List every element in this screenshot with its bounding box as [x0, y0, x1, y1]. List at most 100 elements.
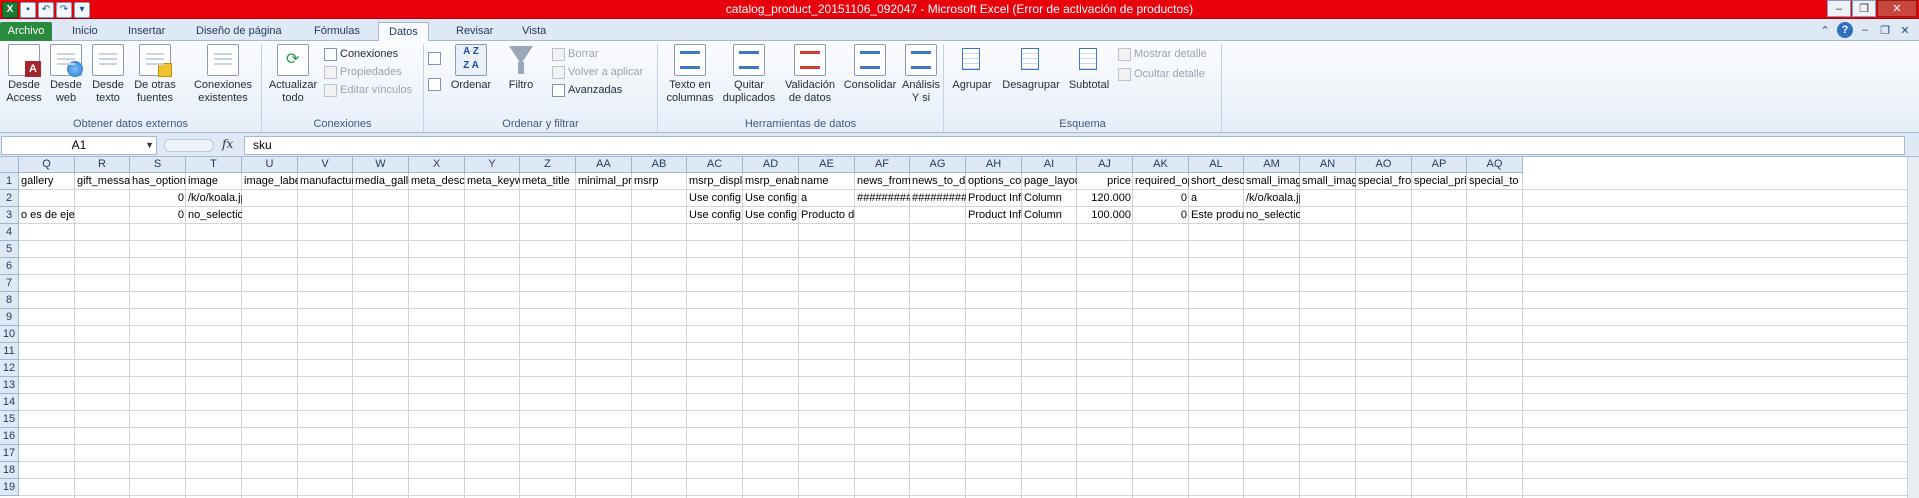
cell-x1[interactable]: meta_descri: [409, 173, 465, 189]
show-detail-button[interactable]: Mostrar detalle: [1118, 46, 1207, 63]
cell-af1[interactable]: news_from_: [855, 173, 910, 189]
cell-ac1[interactable]: msrp_displa: [687, 173, 743, 189]
restore-icon[interactable]: ❐: [1852, 0, 1876, 17]
cell-ai2[interactable]: Column: [1022, 190, 1077, 206]
cell-v1[interactable]: manufacture: [298, 173, 353, 189]
cell-ae2[interactable]: a: [799, 190, 855, 206]
column-header-u[interactable]: U: [242, 157, 298, 173]
cell-ad3[interactable]: Use config: [743, 207, 799, 223]
column-header-r[interactable]: R: [75, 157, 130, 173]
cell-ag2[interactable]: ##########: [910, 190, 966, 206]
row-header-4[interactable]: 4: [0, 224, 19, 241]
cell-am2[interactable]: /k/o/koala.jpg: [1244, 190, 1300, 206]
column-header-am[interactable]: AM: [1244, 157, 1300, 173]
row-header-17[interactable]: 17: [0, 445, 19, 462]
cell-ak1[interactable]: required_op: [1133, 173, 1189, 189]
name-box-dropdown-icon[interactable]: ▼: [145, 137, 154, 154]
cell-am3[interactable]: no_selection: [1244, 207, 1300, 223]
cell-t3[interactable]: no_selection: [186, 207, 242, 223]
column-header-ao[interactable]: AO: [1356, 157, 1412, 173]
cell-aj3[interactable]: 100.000: [1077, 207, 1133, 223]
row-header-5[interactable]: 5: [0, 241, 19, 258]
column-header-y[interactable]: Y: [465, 157, 520, 173]
tab-diseno-pagina[interactable]: Diseño de página: [186, 22, 292, 41]
row-header-6[interactable]: 6: [0, 258, 19, 275]
cell-ah1[interactable]: options_con: [966, 173, 1022, 189]
cell-ae3[interactable]: Producto de ejemplo: [799, 207, 855, 223]
tab-inicio[interactable]: Inicio: [62, 22, 108, 41]
cell-ae1[interactable]: name: [799, 173, 855, 189]
column-header-z[interactable]: Z: [520, 157, 576, 173]
cell-ad2[interactable]: Use config: [743, 190, 799, 206]
tab-vista[interactable]: Vista: [512, 22, 556, 41]
cell-u1[interactable]: image_labe: [242, 173, 298, 189]
collapse-ribbon-icon[interactable]: ⌃: [1817, 22, 1833, 38]
cell-al3[interactable]: Este product: [1189, 207, 1244, 223]
column-header-ak[interactable]: AK: [1133, 157, 1189, 173]
column-header-ai[interactable]: AI: [1022, 157, 1077, 173]
row-header-2[interactable]: 2: [0, 190, 19, 207]
cell-ah2[interactable]: Product Info: [966, 190, 1022, 206]
from-web-button[interactable]: Desde web: [46, 44, 86, 105]
column-header-ab[interactable]: AB: [632, 157, 687, 173]
row-header-11[interactable]: 11: [0, 343, 19, 360]
formula-input[interactable]: sku: [244, 136, 1905, 155]
cell-ai1[interactable]: page_layou: [1022, 173, 1077, 189]
cell-y1[interactable]: meta_keywo: [465, 173, 520, 189]
hide-detail-button[interactable]: Ocultar detalle: [1118, 66, 1205, 83]
cell-ap1[interactable]: special_pric: [1412, 173, 1467, 189]
cell-al1[interactable]: short_descri: [1189, 173, 1244, 189]
cell-ad1[interactable]: msrp_enabl: [743, 173, 799, 189]
column-header-aj[interactable]: AJ: [1077, 157, 1133, 173]
close-workbook-icon[interactable]: ✕: [1897, 22, 1913, 38]
worksheet-grid[interactable]: Q R S T U V W X Y Z AA AB AC AD AE AF AG AH AI AJ AK AL AM AN AO…: [0, 157, 1919, 498]
edit-links-button[interactable]: Editar vínculos: [324, 82, 412, 99]
properties-button[interactable]: Propiedades: [324, 64, 402, 81]
cell-aj1[interactable]: price: [1077, 173, 1133, 189]
cell-ac2[interactable]: Use config: [687, 190, 743, 206]
column-header-ad[interactable]: AD: [743, 157, 799, 173]
what-if-button[interactable]: Análisis Y si: [900, 44, 942, 105]
row-header-8[interactable]: 8: [0, 292, 19, 309]
row-header-13[interactable]: 13: [0, 377, 19, 394]
clear-filter-button[interactable]: Borrar: [552, 46, 599, 63]
row-header-19[interactable]: 19: [0, 479, 19, 496]
row-header-3[interactable]: 3: [0, 207, 19, 224]
cell-s1[interactable]: has_options: [130, 173, 186, 189]
column-header-v[interactable]: V: [298, 157, 353, 173]
cell-ao1[interactable]: special_fron: [1356, 173, 1412, 189]
remove-duplicates-button[interactable]: Quitar duplicados: [720, 44, 778, 105]
row-header-14[interactable]: 14: [0, 394, 19, 411]
other-sources-button[interactable]: De otras fuentes: [130, 44, 180, 105]
cell-ab1[interactable]: msrp: [632, 173, 687, 189]
cell-af2[interactable]: ##########: [855, 190, 910, 206]
column-header-ac[interactable]: AC: [687, 157, 743, 173]
cell-ah3[interactable]: Product Info: [966, 207, 1022, 223]
connections-button[interactable]: Conexiones: [324, 46, 398, 63]
row-header-12[interactable]: 12: [0, 360, 19, 377]
tab-archivo[interactable]: Archivo: [0, 22, 52, 41]
cell-an1[interactable]: small_imag: [1300, 173, 1356, 189]
formula-bar-handle[interactable]: [164, 139, 214, 152]
tab-revisar[interactable]: Revisar: [446, 22, 503, 41]
column-header-an[interactable]: AN: [1300, 157, 1356, 173]
reapply-button[interactable]: Volver a aplicar: [552, 64, 643, 81]
data-validation-button[interactable]: Validación de datos: [780, 44, 840, 105]
from-text-button[interactable]: Desde texto: [88, 44, 128, 105]
ungroup-button[interactable]: Desagrupar: [1000, 44, 1062, 92]
cell-al2[interactable]: a: [1189, 190, 1244, 206]
cell-r1[interactable]: gift_messag: [75, 173, 130, 189]
help-icon[interactable]: ?: [1837, 22, 1853, 38]
cell-z1[interactable]: meta_title: [520, 173, 576, 189]
restore-workbook-icon[interactable]: ❐: [1877, 22, 1893, 38]
cell-s2[interactable]: 0: [130, 190, 186, 206]
group-button[interactable]: Agrupar: [950, 44, 994, 92]
row-header-7[interactable]: 7: [0, 275, 19, 292]
cell-ak3[interactable]: 0: [1133, 207, 1189, 223]
cell-am1[interactable]: small_imag: [1244, 173, 1300, 189]
subtotal-button[interactable]: Subtotal: [1066, 44, 1112, 92]
from-access-button[interactable]: A Desde Access: [4, 44, 44, 105]
column-header-q[interactable]: Q: [19, 157, 75, 173]
cell-w1[interactable]: media_galle: [353, 173, 409, 189]
name-box[interactable]: A1 ▼: [1, 136, 157, 155]
